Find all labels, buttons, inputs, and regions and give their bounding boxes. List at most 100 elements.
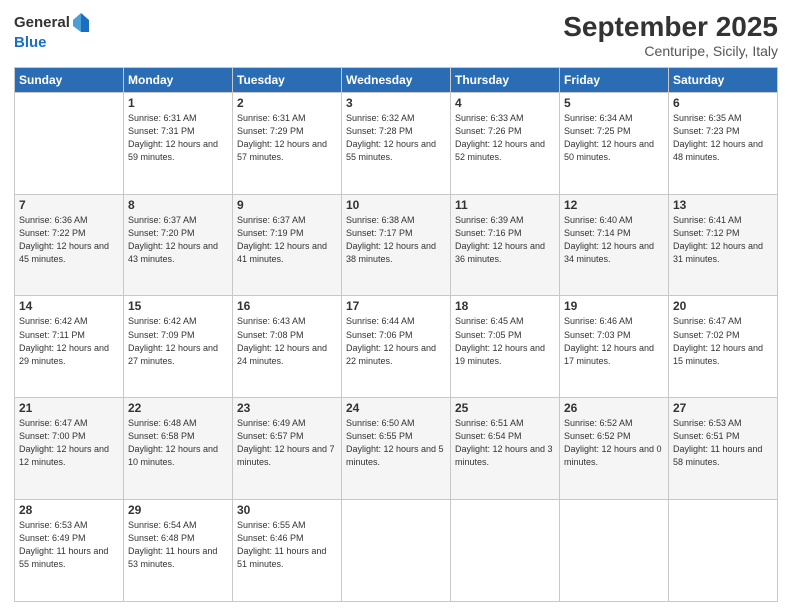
day-info: Sunrise: 6:31 AMSunset: 7:29 PMDaylight:… <box>237 112 337 164</box>
day-number: 9 <box>237 198 337 212</box>
calendar-cell: 22 Sunrise: 6:48 AMSunset: 6:58 PMDayligh… <box>124 398 233 500</box>
day-number: 3 <box>346 96 446 110</box>
calendar-week-3: 21Sunrise: 6:47 AMSunset: 7:00 PMDayligh… <box>15 398 778 500</box>
calendar-week-4: 28Sunrise: 6:53 AMSunset: 6:49 PMDayligh… <box>15 500 778 602</box>
day-number: 17 <box>346 299 446 313</box>
day-number: 14 <box>19 299 119 313</box>
location: Centuripe, Sicily, Italy <box>563 43 778 59</box>
calendar-cell: 26Sunrise: 6:52 AMSunset: 6:52 PMDayligh… <box>560 398 669 500</box>
day-info: Sunrise: 6:34 AMSunset: 7:25 PMDaylight:… <box>564 112 664 164</box>
day-info: Sunrise: 6:51 AMSunset: 6:54 PMDaylight:… <box>455 417 555 469</box>
page: General Blue September 2025 Centuripe, S… <box>0 0 792 612</box>
calendar-cell: 3 Sunrise: 6:32 AMSunset: 7:28 PMDaylight… <box>342 92 451 194</box>
calendar-cell: 16 Sunrise: 6:43 AMSunset: 7:08 PMDayligh… <box>233 296 342 398</box>
calendar-cell <box>451 500 560 602</box>
day-number: 27 <box>673 401 773 415</box>
calendar-cell: 13Sunrise: 6:41 AMSunset: 7:12 PMDayligh… <box>669 194 778 296</box>
calendar-cell: 14 Sunrise: 6:42 AMSunset: 7:11 PMDayligh… <box>15 296 124 398</box>
calendar-cell: 12 Sunrise: 6:40 AMSunset: 7:14 PMDayligh… <box>560 194 669 296</box>
day-info: Sunrise: 6:55 AMSunset: 6:46 PMDaylight:… <box>237 519 337 571</box>
day-number: 10 <box>346 198 446 212</box>
day-info: Sunrise: 6:48 AMSunset: 6:58 PMDaylight:… <box>128 417 228 469</box>
calendar-cell: 1Sunrise: 6:31 AMSunset: 7:31 PMDaylight… <box>124 92 233 194</box>
day-info: Sunrise: 6:53 AMSunset: 6:51 PMDaylight:… <box>673 417 773 469</box>
day-number: 8 <box>128 198 228 212</box>
day-number: 20 <box>673 299 773 313</box>
day-info: Sunrise: 6:33 AMSunset: 7:26 PMDaylight:… <box>455 112 555 164</box>
day-number: 1 <box>128 96 228 110</box>
calendar-cell: 7 Sunrise: 6:36 AMSunset: 7:22 PMDaylight… <box>15 194 124 296</box>
day-info: Sunrise: 6:50 AMSunset: 6:55 PMDaylight:… <box>346 417 446 469</box>
day-number: 30 <box>237 503 337 517</box>
calendar-cell: 20 Sunrise: 6:47 AMSunset: 7:02 PMDayligh… <box>669 296 778 398</box>
calendar-cell: 27 Sunrise: 6:53 AMSunset: 6:51 PMDayligh… <box>669 398 778 500</box>
calendar-cell: 19 Sunrise: 6:46 AMSunset: 7:03 PMDayligh… <box>560 296 669 398</box>
calendar-cell: 29 Sunrise: 6:54 AMSunset: 6:48 PMDayligh… <box>124 500 233 602</box>
header-tuesday: Tuesday <box>233 67 342 92</box>
header-sunday: Sunday <box>15 67 124 92</box>
day-number: 22 <box>128 401 228 415</box>
header: General Blue September 2025 Centuripe, S… <box>14 12 778 59</box>
title-block: September 2025 Centuripe, Sicily, Italy <box>563 12 778 59</box>
day-number: 16 <box>237 299 337 313</box>
header-friday: Friday <box>560 67 669 92</box>
calendar-cell: 6 Sunrise: 6:35 AMSunset: 7:23 PMDaylight… <box>669 92 778 194</box>
day-number: 11 <box>455 198 555 212</box>
day-number: 12 <box>564 198 664 212</box>
day-info: Sunrise: 6:47 AMSunset: 7:02 PMDaylight:… <box>673 315 773 367</box>
day-info: Sunrise: 6:54 AMSunset: 6:48 PMDaylight:… <box>128 519 228 571</box>
header-saturday: Saturday <box>669 67 778 92</box>
calendar-cell: 15 Sunrise: 6:42 AMSunset: 7:09 PMDayligh… <box>124 296 233 398</box>
calendar-cell: 5 Sunrise: 6:34 AMSunset: 7:25 PMDaylight… <box>560 92 669 194</box>
day-number: 19 <box>564 299 664 313</box>
calendar-table: Sunday Monday Tuesday Wednesday Thursday… <box>14 67 778 602</box>
day-number: 29 <box>128 503 228 517</box>
day-number: 4 <box>455 96 555 110</box>
calendar-cell: 2 Sunrise: 6:31 AMSunset: 7:29 PMDaylight… <box>233 92 342 194</box>
calendar-cell: 10 Sunrise: 6:38 AMSunset: 7:17 PMDayligh… <box>342 194 451 296</box>
header-thursday: Thursday <box>451 67 560 92</box>
day-number: 23 <box>237 401 337 415</box>
day-info: Sunrise: 6:43 AMSunset: 7:08 PMDaylight:… <box>237 315 337 367</box>
logo-general: General <box>14 15 70 32</box>
day-number: 2 <box>237 96 337 110</box>
day-number: 24 <box>346 401 446 415</box>
calendar-cell: 11 Sunrise: 6:39 AMSunset: 7:16 PMDayligh… <box>451 194 560 296</box>
logo: General Blue <box>14 12 90 52</box>
day-info: Sunrise: 6:45 AMSunset: 7:05 PMDaylight:… <box>455 315 555 367</box>
day-info: Sunrise: 6:36 AMSunset: 7:22 PMDaylight:… <box>19 214 119 266</box>
calendar-cell <box>342 500 451 602</box>
logo-blue: Blue <box>14 34 47 51</box>
calendar-cell: 23Sunrise: 6:49 AMSunset: 6:57 PMDayligh… <box>233 398 342 500</box>
day-number: 6 <box>673 96 773 110</box>
day-info: Sunrise: 6:53 AMSunset: 6:49 PMDaylight:… <box>19 519 119 571</box>
day-info: Sunrise: 6:44 AMSunset: 7:06 PMDaylight:… <box>346 315 446 367</box>
day-number: 18 <box>455 299 555 313</box>
calendar-week-2: 14 Sunrise: 6:42 AMSunset: 7:11 PMDayligh… <box>15 296 778 398</box>
day-number: 7 <box>19 198 119 212</box>
calendar-cell: 9 Sunrise: 6:37 AMSunset: 7:19 PMDaylight… <box>233 194 342 296</box>
day-info: Sunrise: 6:32 AMSunset: 7:28 PMDaylight:… <box>346 112 446 164</box>
day-info: Sunrise: 6:46 AMSunset: 7:03 PMDaylight:… <box>564 315 664 367</box>
calendar-cell: 18 Sunrise: 6:45 AMSunset: 7:05 PMDayligh… <box>451 296 560 398</box>
day-info: Sunrise: 6:47 AMSunset: 7:00 PMDaylight:… <box>19 417 119 469</box>
calendar-cell: 25Sunrise: 6:51 AMSunset: 6:54 PMDayligh… <box>451 398 560 500</box>
day-info: Sunrise: 6:35 AMSunset: 7:23 PMDaylight:… <box>673 112 773 164</box>
day-info: Sunrise: 6:39 AMSunset: 7:16 PMDaylight:… <box>455 214 555 266</box>
calendar-cell <box>560 500 669 602</box>
day-info: Sunrise: 6:38 AMSunset: 7:17 PMDaylight:… <box>346 214 446 266</box>
calendar-cell <box>669 500 778 602</box>
day-number: 26 <box>564 401 664 415</box>
calendar-header-row: Sunday Monday Tuesday Wednesday Thursday… <box>15 67 778 92</box>
day-info: Sunrise: 6:42 AMSunset: 7:11 PMDaylight:… <box>19 315 119 367</box>
day-info: Sunrise: 6:37 AMSunset: 7:19 PMDaylight:… <box>237 214 337 266</box>
calendar-cell <box>15 92 124 194</box>
day-info: Sunrise: 6:40 AMSunset: 7:14 PMDaylight:… <box>564 214 664 266</box>
calendar-cell: 30 Sunrise: 6:55 AMSunset: 6:46 PMDayligh… <box>233 500 342 602</box>
day-number: 15 <box>128 299 228 313</box>
calendar-cell: 24 Sunrise: 6:50 AMSunset: 6:55 PMDayligh… <box>342 398 451 500</box>
day-number: 5 <box>564 96 664 110</box>
day-info: Sunrise: 6:42 AMSunset: 7:09 PMDaylight:… <box>128 315 228 367</box>
month-title: September 2025 <box>563 12 778 43</box>
calendar-cell: 8Sunrise: 6:37 AMSunset: 7:20 PMDaylight… <box>124 194 233 296</box>
